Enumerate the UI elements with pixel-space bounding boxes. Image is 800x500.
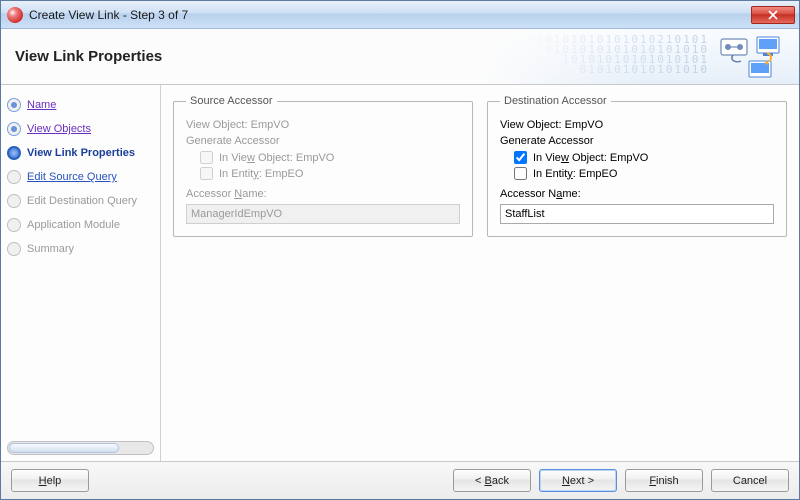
destination-in-entity-label: In Entity: EmpEO [533, 168, 617, 180]
source-accessor-name-label: Accessor Name: [186, 188, 460, 200]
step-3[interactable]: View Link Properties [5, 141, 160, 165]
destination-in-entity-checkbox[interactable] [514, 167, 527, 180]
wizard-window: Create View Link - Step 3 of 7 010101010… [0, 0, 800, 500]
step-label: View Link Properties [27, 147, 135, 159]
source-accessor-group: Source Accessor View Object: EmpVO Gener… [173, 95, 473, 237]
close-icon [768, 10, 778, 20]
destination-view-object-label: View Object: [500, 119, 562, 131]
back-button[interactable]: < Back [453, 469, 531, 492]
destination-accessor-name-input[interactable] [500, 204, 774, 224]
destination-in-view-object-checkbox[interactable] [514, 151, 527, 164]
source-in-view-object-label: In View Object: EmpVO [219, 152, 334, 164]
app-icon [7, 7, 23, 23]
source-view-object-label: View Object: [186, 119, 248, 131]
step-bullet-icon [7, 218, 21, 232]
source-view-object-value: EmpVO [251, 119, 290, 131]
step-bullet-icon [7, 122, 21, 136]
source-in-entity-label: In Entity: EmpEO [219, 168, 303, 180]
destination-generate-label: Generate Accessor [500, 135, 774, 147]
destination-accessor-group: Destination Accessor View Object: EmpVO … [487, 95, 787, 237]
source-legend: Source Accessor [186, 95, 277, 107]
step-bullet-icon [7, 146, 21, 160]
finish-button[interactable]: Finish [625, 469, 703, 492]
step-list: Name View Objects View Link Properties Edit… [1, 93, 160, 437]
destination-in-entity-row: In Entity: EmpEO [514, 167, 774, 180]
step-label: View Objects [27, 123, 91, 135]
destination-view-object-row: View Object: EmpVO [500, 119, 774, 131]
header-decoration-icon [719, 35, 789, 79]
destination-legend: Destination Accessor [500, 95, 611, 107]
step-5: Edit Destination Query [5, 189, 160, 213]
step-sidebar: Name View Objects View Link Properties Edit… [1, 85, 161, 461]
step-label: Summary [27, 243, 74, 255]
source-view-object-row: View Object: EmpVO [186, 119, 460, 131]
source-in-entity-row: In Entity: EmpEO [200, 167, 460, 180]
destination-in-view-object-row: In View Object: EmpVO [514, 151, 774, 164]
source-in-view-object-row: In View Object: EmpVO [200, 151, 460, 164]
step-label: Application Module [27, 219, 120, 231]
scrollbar-thumb[interactable] [9, 443, 119, 453]
source-accessor-name-input [186, 204, 460, 224]
wizard-body: Name View Objects View Link Properties Edit… [1, 85, 799, 461]
source-in-entity-checkbox [200, 167, 213, 180]
close-button[interactable] [751, 6, 795, 24]
destination-accessor-name-label: Accessor Name: [500, 188, 774, 200]
destination-in-view-object-label: In View Object: EmpVO [533, 152, 648, 164]
step-4[interactable]: Edit Source Query [5, 165, 160, 189]
destination-view-object-value: EmpVO [565, 119, 604, 131]
wizard-header: 010101010101010210101 010101010101010101… [1, 29, 799, 85]
cancel-button[interactable]: Cancel [711, 469, 789, 492]
step-bullet-icon [7, 194, 21, 208]
sidebar-scrollbar[interactable] [7, 441, 154, 455]
step-bullet-icon [7, 170, 21, 184]
step-label: Name [27, 99, 56, 111]
step-bullet-icon [7, 98, 21, 112]
page-title: View Link Properties [15, 48, 162, 65]
source-generate-label: Generate Accessor [186, 135, 460, 147]
step-2[interactable]: View Objects [5, 117, 160, 141]
step-1[interactable]: Name [5, 93, 160, 117]
step-label: Edit Source Query [27, 171, 117, 183]
wizard-footer: Help < Back Next > Finish Cancel [1, 461, 799, 499]
step-label: Edit Destination Query [27, 195, 137, 207]
help-button[interactable]: Help [11, 469, 89, 492]
content-area: Source Accessor View Object: EmpVO Gener… [161, 85, 799, 461]
step-bullet-icon [7, 242, 21, 256]
titlebar: Create View Link - Step 3 of 7 [1, 1, 799, 29]
source-in-view-object-checkbox [200, 151, 213, 164]
step-7: Summary [5, 237, 160, 261]
window-title: Create View Link - Step 3 of 7 [29, 8, 751, 22]
step-6: Application Module [5, 213, 160, 237]
next-button[interactable]: Next > [539, 469, 617, 492]
